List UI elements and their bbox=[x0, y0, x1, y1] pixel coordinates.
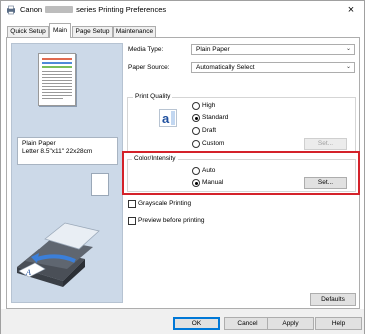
printer-app-icon bbox=[7, 5, 15, 15]
redacted-model-name bbox=[45, 6, 74, 13]
preview-line bbox=[42, 58, 72, 60]
tab-maintenance[interactable]: Maintenance bbox=[113, 26, 156, 37]
title-prefix: Canon bbox=[20, 5, 43, 14]
preview-page-thumbnail bbox=[38, 53, 76, 106]
preview-line bbox=[42, 77, 72, 78]
apply-button[interactable]: Apply bbox=[267, 317, 314, 330]
help-button[interactable]: Help bbox=[315, 317, 362, 330]
paper-name: Plain Paper bbox=[22, 140, 56, 147]
quality-standard-radio[interactable] bbox=[192, 114, 200, 122]
printing-preferences-window: Canon series Printing Preferences × Quick… bbox=[0, 0, 365, 334]
media-type-label: Media Type: bbox=[128, 46, 164, 53]
paper-source-dropdown[interactable]: Automatically Select ⌄ bbox=[191, 62, 355, 73]
paper-orientation-icon bbox=[91, 173, 109, 196]
paper-size: Letter 8.5"x11" 22x28cm bbox=[22, 148, 93, 155]
quality-set-button[interactable]: Set... bbox=[304, 138, 347, 150]
chevron-down-icon: ⌄ bbox=[345, 46, 351, 52]
preview-line bbox=[42, 83, 72, 84]
preview-line bbox=[42, 71, 72, 72]
preview-line bbox=[42, 66, 72, 68]
print-quality-title: Print Quality bbox=[133, 93, 173, 101]
preview-line bbox=[42, 62, 72, 64]
printer-illustration: A bbox=[17, 222, 100, 287]
title-bar: Canon series Printing Preferences × bbox=[1, 1, 364, 19]
tab-main[interactable]: Main bbox=[49, 23, 71, 38]
media-type-value: Plain Paper bbox=[196, 46, 230, 53]
media-type-dropdown[interactable]: Plain Paper ⌄ bbox=[191, 44, 355, 55]
paper-info-box: Plain Paper Letter 8.5"x11" 22x28cm bbox=[17, 137, 118, 165]
quality-draft-radio[interactable] bbox=[192, 127, 200, 135]
paper-source-value: Automatically Select bbox=[196, 64, 255, 71]
print-quality-letter-icon: a bbox=[159, 109, 177, 127]
paper-source-label: Paper Source: bbox=[128, 64, 170, 71]
tab-quick-setup[interactable]: Quick Setup bbox=[7, 26, 49, 37]
preview-line bbox=[42, 74, 72, 75]
quality-draft-label: Draft bbox=[202, 127, 217, 134]
quality-high-label: High bbox=[202, 102, 216, 109]
close-icon[interactable]: × bbox=[344, 3, 358, 17]
chevron-down-icon: ⌄ bbox=[345, 64, 351, 70]
svg-text:A: A bbox=[25, 268, 31, 277]
defaults-button[interactable]: Defaults bbox=[310, 293, 356, 306]
grayscale-checkbox[interactable] bbox=[128, 200, 136, 208]
preview-line bbox=[42, 86, 72, 87]
preview-before-printing-label: Preview before printing bbox=[138, 217, 205, 224]
tab-page-setup[interactable]: Page Setup bbox=[72, 26, 113, 37]
highlight-frame bbox=[122, 151, 360, 195]
preview-line bbox=[42, 80, 72, 81]
grayscale-label: Grayscale Printing bbox=[138, 200, 192, 207]
window-title: Canon series Printing Preferences bbox=[20, 5, 166, 14]
quality-standard-label: Standard bbox=[202, 114, 229, 121]
preview-line bbox=[42, 89, 72, 90]
preview-before-printing-checkbox[interactable] bbox=[128, 217, 136, 225]
quality-custom-radio[interactable] bbox=[192, 140, 200, 148]
quality-custom-label: Custom bbox=[202, 140, 225, 147]
preview-line bbox=[42, 95, 72, 96]
cancel-button[interactable]: Cancel bbox=[224, 317, 271, 330]
preview-line bbox=[42, 98, 63, 99]
svg-text:a: a bbox=[162, 111, 170, 126]
quality-high-radio[interactable] bbox=[192, 102, 200, 110]
ok-button[interactable]: OK bbox=[173, 317, 220, 330]
preview-line bbox=[42, 92, 72, 93]
title-suffix: series Printing Preferences bbox=[76, 5, 167, 14]
